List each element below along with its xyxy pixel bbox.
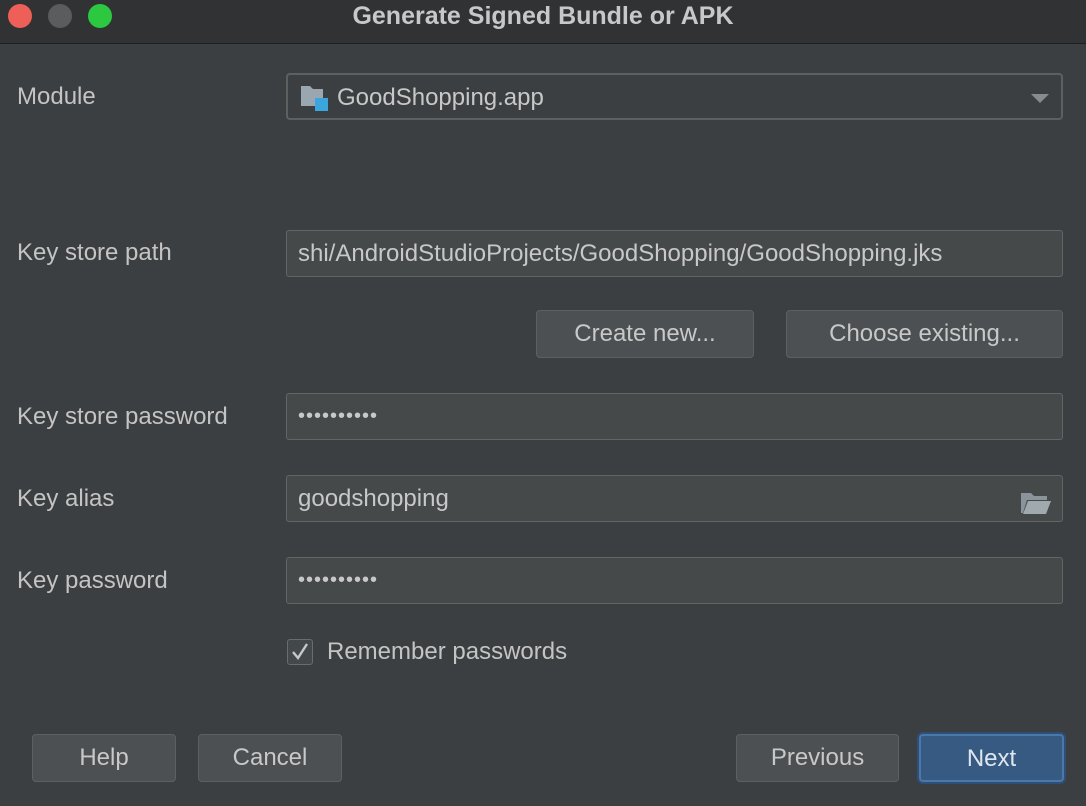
key-alias-label: Key alias bbox=[17, 485, 115, 512]
key-store-password-input[interactable]: •••••••••• bbox=[286, 393, 1063, 440]
cancel-button[interactable]: Cancel bbox=[198, 734, 342, 782]
key-alias-value: goodshopping bbox=[298, 485, 449, 512]
checkmark-icon bbox=[292, 643, 309, 661]
choose-existing-button[interactable]: Choose existing... bbox=[786, 310, 1063, 358]
open-folder-icon[interactable] bbox=[1020, 486, 1052, 514]
window-title: Generate Signed Bundle or APK bbox=[352, 2, 734, 30]
chevron-down-icon[interactable] bbox=[1031, 94, 1049, 103]
module-label: Module bbox=[17, 83, 96, 110]
remember-passwords-checkbox[interactable] bbox=[287, 639, 313, 665]
next-button[interactable]: Next bbox=[919, 734, 1064, 782]
key-alias-input[interactable]: goodshopping bbox=[286, 475, 1063, 522]
title-bar: Generate Signed Bundle or APK bbox=[0, 0, 1086, 44]
previous-button[interactable]: Previous bbox=[736, 734, 899, 782]
key-store-password-label: Key store password bbox=[17, 403, 228, 430]
module-value: GoodShopping.app bbox=[337, 84, 544, 111]
key-store-path-label: Key store path bbox=[17, 239, 172, 266]
key-store-path-input[interactable]: shi/AndroidStudioProjects/GoodShopping/G… bbox=[286, 230, 1063, 277]
module-folder-icon bbox=[299, 82, 329, 112]
key-password-label: Key password bbox=[17, 567, 168, 594]
create-new-button[interactable]: Create new... bbox=[536, 310, 754, 358]
help-button[interactable]: Help bbox=[32, 734, 176, 782]
remember-passwords-label[interactable]: Remember passwords bbox=[327, 637, 567, 667]
key-password-input[interactable]: •••••••••• bbox=[286, 557, 1063, 604]
module-select[interactable]: GoodShopping.app bbox=[286, 73, 1063, 120]
